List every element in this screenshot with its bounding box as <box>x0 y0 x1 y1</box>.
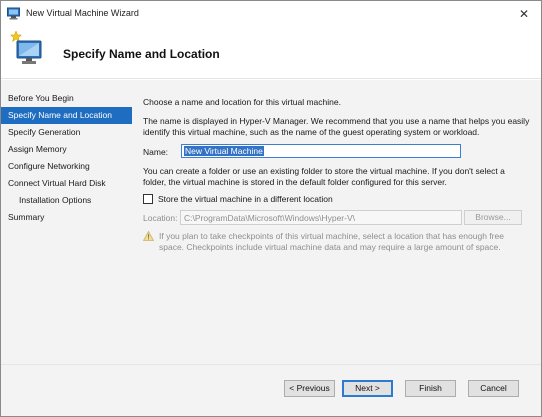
wizard-footer: < Previous Next > Finish Cancel <box>1 364 541 416</box>
browse-button: Browse... <box>464 210 522 225</box>
description-line-2: identify this virtual machine, such as t… <box>143 127 480 137</box>
warning-icon <box>143 231 154 241</box>
warning-line-2: space. Checkpoints include virtual machi… <box>159 242 501 252</box>
vm-name-value: New Virtual Machine <box>184 146 264 156</box>
hyperv-app-icon <box>7 7 20 20</box>
nav-item-specify-name-and-location[interactable]: Specify Name and Location <box>1 107 132 124</box>
wizard-content: Before You Begin Specify Name and Locati… <box>1 80 541 364</box>
wizard-header: Specify Name and Location <box>1 27 541 79</box>
previous-button[interactable]: < Previous <box>284 380 335 397</box>
location-label: Location: <box>143 213 178 223</box>
window-title: New Virtual Machine Wizard <box>26 8 139 18</box>
location-input: C:\ProgramData\Microsoft\Windows\Hyper-V… <box>180 210 462 225</box>
nav-item-assign-memory[interactable]: Assign Memory <box>1 141 132 158</box>
folder-text-line-2: folder, the virtual machine is stored in… <box>143 177 447 187</box>
nav-item-summary[interactable]: Summary <box>1 209 132 226</box>
nav-item-installation-options[interactable]: Installation Options <box>1 192 132 209</box>
intro-text: Choose a name and location for this virt… <box>143 97 341 107</box>
store-different-location-option[interactable]: Store the virtual machine in a different… <box>143 194 333 204</box>
store-different-location-label[interactable]: Store the virtual machine in a different… <box>158 194 333 204</box>
nav-item-connect-virtual-hard-disk[interactable]: Connect Virtual Hard Disk <box>1 175 132 192</box>
close-icon: ✕ <box>518 7 530 21</box>
wizard-step-nav: Before You Begin Specify Name and Locati… <box>1 90 132 226</box>
checkpoint-warning: If you plan to take checkpoints of this … <box>159 231 504 253</box>
wizard-window: New Virtual Machine Wizard ✕ Specify Nam… <box>0 0 542 417</box>
close-button[interactable]: ✕ <box>507 1 541 27</box>
nav-item-configure-networking[interactable]: Configure Networking <box>1 158 132 175</box>
finish-button[interactable]: Finish <box>405 380 456 397</box>
nav-item-before-you-begin[interactable]: Before You Begin <box>1 90 132 107</box>
new-vm-wizard-icon <box>9 30 42 64</box>
cancel-button[interactable]: Cancel <box>468 380 519 397</box>
title-bar: New Virtual Machine Wizard ✕ <box>1 1 541 27</box>
name-label: Name: <box>143 147 169 157</box>
description-line-1: The name is displayed in Hyper-V Manager… <box>143 116 530 126</box>
store-different-location-checkbox[interactable] <box>143 194 153 204</box>
next-button[interactable]: Next > <box>342 380 393 397</box>
nav-item-specify-generation[interactable]: Specify Generation <box>1 124 132 141</box>
folder-text-line-1: You can create a folder or use an existi… <box>143 166 505 176</box>
page-title: Specify Name and Location <box>63 47 220 61</box>
vm-name-input[interactable]: New Virtual Machine <box>181 144 461 158</box>
warning-line-1: If you plan to take checkpoints of this … <box>159 231 504 241</box>
